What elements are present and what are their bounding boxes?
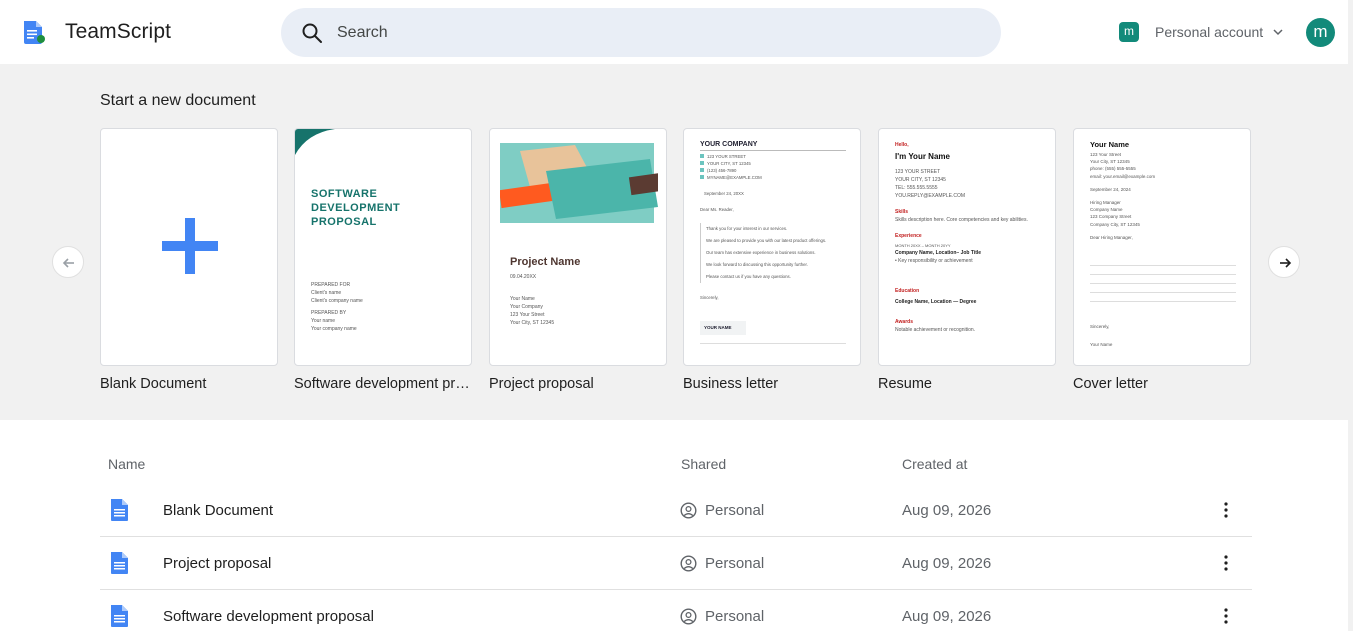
table-row[interactable]: Software development proposal Personal A…: [100, 590, 1252, 643]
column-header-created[interactable]: Created at: [902, 456, 967, 472]
project-details: Your Name Your Company 123 Your Street Y…: [510, 296, 555, 326]
teamscript-logo-icon[interactable]: [22, 19, 46, 45]
corner-swoosh-decoration: [295, 129, 335, 155]
app-title: TeamScript: [65, 20, 172, 43]
template-card-business-letter[interactable]: YOUR COMPANY 123 YOUR STREET YOUR CITY, …: [683, 128, 861, 366]
user-avatar[interactable]: m: [1306, 18, 1335, 47]
cover-letter-closing: Sincerely,: [1090, 324, 1110, 329]
account-badge[interactable]: m: [1119, 22, 1139, 42]
table-row[interactable]: Blank Document Personal Aug 09, 2026: [100, 484, 1252, 537]
person-circle-icon: [680, 555, 697, 572]
app-header: TeamScript m Personal account m: [0, 0, 1353, 64]
account-switcher-label[interactable]: Personal account: [1155, 24, 1263, 40]
proposal-meta: PREPARED FOR Client's name Client's comp…: [311, 282, 363, 332]
search-input[interactable]: [337, 8, 977, 57]
template-card-project-proposal[interactable]: Project Name 09.04.20XX Your Name Your C…: [489, 128, 667, 366]
plus-icon: [162, 218, 218, 274]
more-vert-icon[interactable]: [1218, 552, 1234, 574]
template-card-resume[interactable]: Hello, I'm Your Name 123 YOUR STREET YOU…: [878, 128, 1056, 366]
template-label[interactable]: Software development proposal: [294, 376, 470, 392]
project-date: 09.04.20XX: [510, 274, 537, 280]
template-label[interactable]: Resume: [878, 376, 1058, 392]
template-card-software-proposal[interactable]: SOFTWARE DEVELOPMENT PROPOSAL PREPARED F…: [294, 128, 472, 366]
carousel-next-button[interactable]: [1268, 246, 1300, 278]
carousel-prev-button[interactable]: [52, 246, 84, 278]
template-card-blank[interactable]: [100, 128, 278, 366]
resume-content: Hello, I'm Your Name 123 YOUR STREET YOU…: [895, 142, 1028, 334]
project-cover-graphic: [500, 143, 658, 223]
letter-date: September 24, 20XX: [704, 191, 744, 196]
more-vert-icon[interactable]: [1218, 499, 1234, 521]
document-icon: [111, 605, 128, 627]
letter-contacts: 123 YOUR STREET YOUR CITY, ST 12345 (123…: [700, 154, 762, 182]
created-date: Aug 09, 2026: [902, 608, 992, 625]
chevron-down-icon[interactable]: [1272, 27, 1284, 37]
template-label[interactable]: Cover letter: [1073, 376, 1253, 392]
shared-status: Personal: [705, 555, 765, 572]
shared-status: Personal: [705, 502, 765, 519]
proposal-title: SOFTWARE DEVELOPMENT PROPOSAL: [311, 188, 401, 228]
person-circle-icon: [680, 608, 697, 625]
person-circle-icon: [680, 502, 697, 519]
arrow-right-icon: [1280, 258, 1292, 268]
column-header-shared[interactable]: Shared: [681, 456, 726, 472]
template-label[interactable]: Project proposal: [489, 376, 669, 392]
created-date: Aug 09, 2026: [902, 502, 992, 519]
vertical-scrollbar[interactable]: [1348, 0, 1353, 631]
template-gallery: Start a new document Blank Document SOFT…: [0, 64, 1348, 420]
more-vert-icon[interactable]: [1218, 605, 1234, 627]
document-name[interactable]: Project proposal: [163, 555, 271, 572]
document-icon: [111, 499, 128, 521]
created-date: Aug 09, 2026: [902, 555, 992, 572]
cover-letter-signature: Your Name: [1090, 342, 1113, 347]
shared-status: Personal: [705, 608, 765, 625]
letter-signature: YOUR NAME: [704, 325, 732, 330]
document-name[interactable]: Software development proposal: [163, 608, 374, 625]
search-bar[interactable]: [281, 8, 1001, 57]
letter-body: Thank you for your interest in our servi…: [700, 223, 846, 283]
document-icon: [111, 552, 128, 574]
project-title: Project Name: [510, 256, 581, 268]
document-name[interactable]: Blank Document: [163, 502, 273, 519]
template-label[interactable]: Business letter: [683, 376, 863, 392]
column-header-name[interactable]: Name: [108, 456, 145, 472]
template-gallery-heading: Start a new document: [100, 92, 256, 109]
letter-greeting: Dear Ms. Reader,: [700, 207, 734, 212]
template-card-cover-letter[interactable]: Your Name 123 Your Street Your City, ST …: [1073, 128, 1251, 366]
letter-company: YOUR COMPANY: [700, 141, 758, 148]
table-row[interactable]: Project proposal Personal Aug 09, 2026: [100, 537, 1252, 590]
template-label[interactable]: Blank Document: [100, 376, 280, 392]
letter-closing: Sincerely,: [700, 295, 719, 300]
search-icon[interactable]: [301, 22, 323, 44]
cover-letter-content: Your Name 123 Your Street Your City, ST …: [1090, 140, 1156, 240]
arrow-left-icon: [62, 258, 74, 268]
